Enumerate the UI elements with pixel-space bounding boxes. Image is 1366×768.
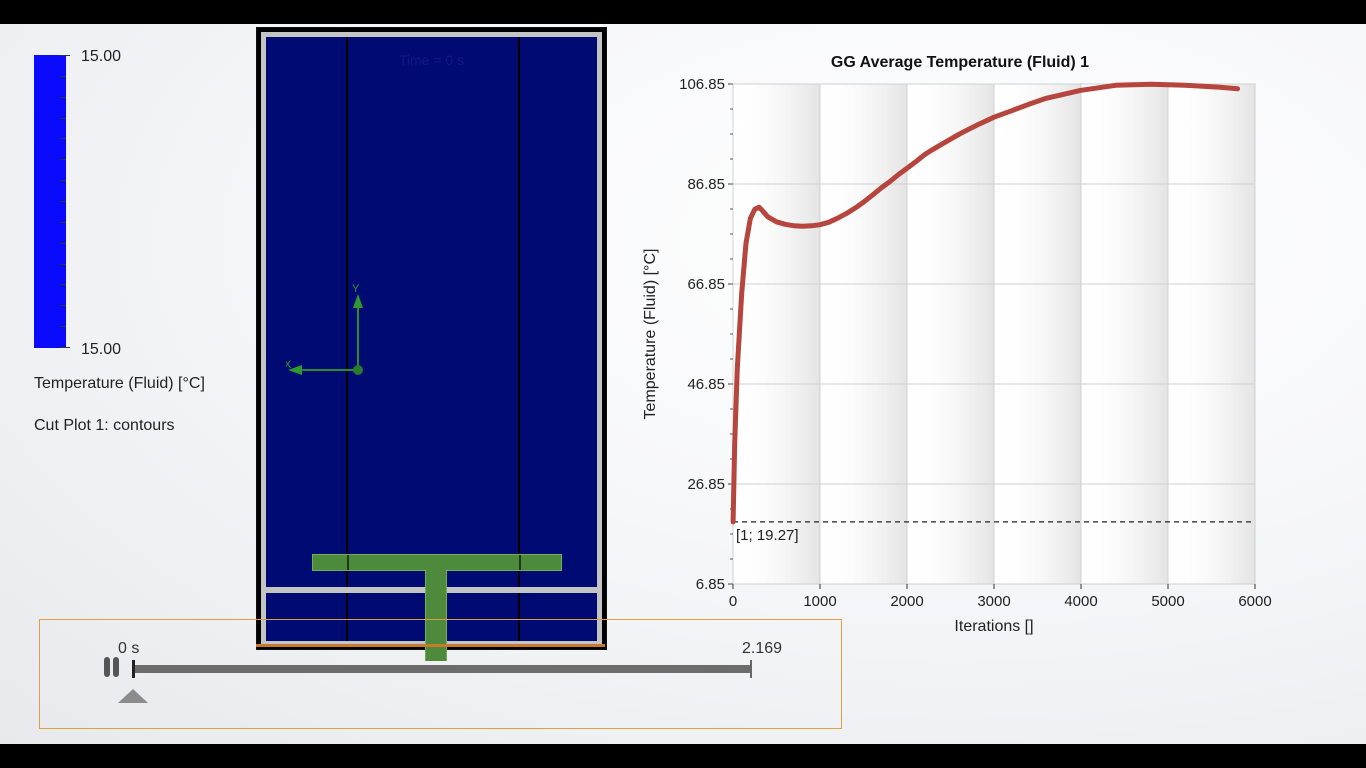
legend-ticks — [60, 55, 70, 348]
model-view[interactable]: Time = 0 s Y X — [256, 27, 607, 661]
legend-max-value: 15.00 — [81, 48, 122, 65]
x-tick-label: 5000 — [1151, 593, 1184, 610]
plot-band — [1168, 84, 1255, 584]
legend-tick — [60, 243, 66, 244]
x-tick-label: 2000 — [890, 593, 923, 610]
timeline-end-label: 2.169 — [742, 640, 783, 657]
legend-tick — [60, 264, 66, 265]
y-tick-label: 106.85 — [679, 76, 725, 93]
legend-quantity-label: Temperature (Fluid) [°C] — [34, 375, 205, 392]
fluid-domain-upper: Time = 0 s Y X — [266, 37, 597, 587]
legend-tick — [60, 55, 70, 56]
model-outer-wall: Time = 0 s Y X — [261, 32, 602, 661]
legend-plot-name: Cut Plot 1: contours — [34, 417, 175, 434]
timeline-slider-thumb[interactable] — [118, 689, 148, 703]
y-tick-label: 86.85 — [687, 176, 725, 193]
legend-tick — [60, 284, 66, 285]
y-tick-label: 46.85 — [687, 376, 725, 393]
x-tick-label: 4000 — [1064, 593, 1097, 610]
legend-tick — [60, 222, 66, 223]
legend-tick — [60, 97, 66, 98]
legend-tick — [60, 138, 66, 139]
reference-annotation: [1; 19.27] — [736, 527, 799, 544]
legend-tick — [60, 118, 66, 119]
x-tick-label: 3000 — [977, 593, 1010, 610]
legend-tick — [60, 201, 66, 202]
axis-y-label: Y — [352, 283, 360, 295]
y-tick-label: 26.85 — [687, 476, 725, 493]
legend-tick — [60, 347, 70, 348]
legend-tick — [60, 305, 66, 306]
plot-band — [1081, 84, 1168, 584]
chart-title: GG Average Temperature (Fluid) 1 — [831, 54, 1089, 71]
timeline-track[interactable] — [133, 665, 751, 673]
x-tick-label: 6000 — [1238, 593, 1271, 610]
x-tick-label: 1000 — [803, 593, 836, 610]
legend-tick — [60, 76, 66, 77]
timeline-end-marker — [750, 660, 752, 678]
legend-min-value: 15.00 — [81, 341, 122, 358]
x-tick-label: 0 — [729, 593, 737, 610]
plot-band — [994, 84, 1081, 584]
animation-timeline[interactable]: 0 s 2.169 — [39, 619, 842, 729]
y-tick-label: 6.85 — [696, 576, 725, 593]
mesh-line — [518, 37, 520, 587]
timeline-current-marker — [132, 660, 135, 678]
goal-plot-chart[interactable]: 6.85 26.85 46.85 66.85 86.85 106.85 0 1000 2000… — [620, 44, 1300, 644]
plot-band — [820, 84, 907, 584]
legend-tick — [60, 326, 66, 327]
play-pause-button[interactable] — [104, 657, 124, 677]
axis-triad: Y X — [284, 282, 386, 382]
legend-tick — [60, 180, 66, 181]
plot-band — [733, 84, 820, 584]
x-axis-label: Iterations [] — [954, 618, 1033, 635]
timeline-start-label: 0 s — [118, 640, 140, 657]
y-tick-label: 66.85 — [687, 276, 725, 293]
y-axis-label: Temperature (Fluid) [°C] — [642, 249, 659, 420]
legend-tick — [60, 159, 66, 160]
axis-x-label: X — [286, 359, 292, 371]
time-label: Time = 0 s — [398, 52, 465, 68]
